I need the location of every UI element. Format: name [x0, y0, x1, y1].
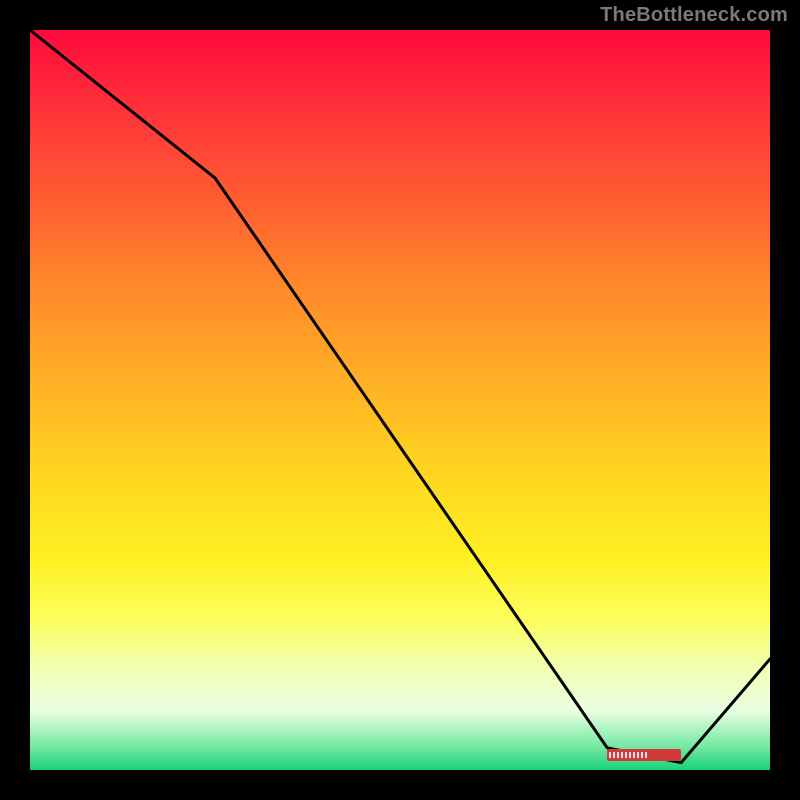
plot-area — [30, 30, 770, 770]
watermark-text: TheBottleneck.com — [600, 4, 788, 27]
highlight-marker-dots — [607, 749, 685, 761]
chart-frame: TheBottleneck.com — [0, 0, 800, 800]
curve-path — [30, 30, 770, 763]
line-series — [30, 30, 770, 770]
